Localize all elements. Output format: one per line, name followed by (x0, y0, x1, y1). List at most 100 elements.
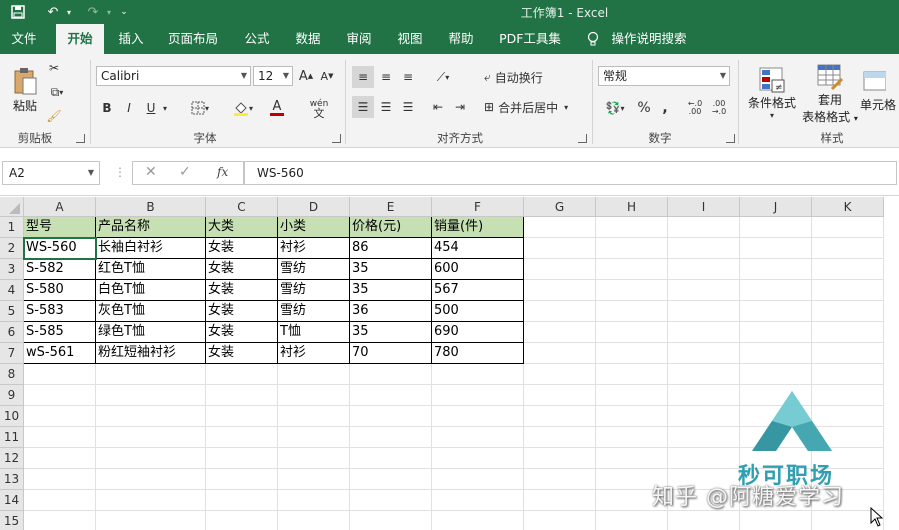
merge-center-button[interactable]: ⊞ 合并后居中 ▾ (484, 96, 580, 118)
empty-cell[interactable] (668, 259, 740, 280)
empty-cell[interactable] (524, 469, 596, 490)
empty-cell[interactable] (278, 448, 350, 469)
empty-cell[interactable] (206, 385, 278, 406)
cut-icon[interactable]: ✂ (44, 58, 64, 78)
empty-cell[interactable] (596, 280, 668, 301)
empty-cell[interactable] (350, 385, 432, 406)
tab-help[interactable]: 帮助 (440, 24, 482, 54)
empty-cell[interactable] (596, 217, 668, 238)
empty-cell[interactable] (206, 406, 278, 427)
tab-review[interactable]: 审阅 (338, 24, 380, 54)
format-as-table-button[interactable]: 套用 表格格式 ▾ (800, 60, 860, 128)
empty-cell[interactable] (524, 511, 596, 530)
row-header-11[interactable]: 11 (0, 427, 24, 448)
empty-cell[interactable] (524, 406, 596, 427)
row-header-5[interactable]: 5 (0, 301, 24, 322)
table-cell[interactable]: 女装 (206, 259, 278, 280)
row-header-14[interactable]: 14 (0, 490, 24, 511)
column-header-j[interactable]: J (740, 197, 812, 217)
table-header-cell[interactable]: 价格(元) (350, 217, 432, 238)
empty-cell[interactable] (596, 406, 668, 427)
empty-cell[interactable] (668, 301, 740, 322)
empty-cell[interactable] (524, 343, 596, 364)
table-cell[interactable]: S-580 (24, 280, 96, 301)
accounting-format-icon[interactable]: 💱 ▾ (600, 98, 630, 118)
grow-font-button[interactable]: A ▲ (297, 66, 315, 86)
empty-cell[interactable] (350, 406, 432, 427)
empty-cell[interactable] (24, 511, 96, 530)
formula-input[interactable]: WS-560 (244, 161, 897, 185)
empty-cell[interactable] (668, 280, 740, 301)
column-header-d[interactable]: D (278, 197, 350, 217)
wrap-text-button[interactable]: ⤶ 自动换行 (484, 66, 564, 88)
underline-button[interactable]: U (142, 98, 160, 118)
select-all-button[interactable] (0, 197, 24, 217)
empty-cell[interactable] (668, 343, 740, 364)
enter-check-icon[interactable]: ✓ (179, 164, 191, 180)
empty-cell[interactable] (812, 322, 884, 343)
table-cell[interactable]: 70 (350, 343, 432, 364)
empty-cell[interactable] (524, 364, 596, 385)
empty-cell[interactable] (740, 322, 812, 343)
tab-view[interactable]: 视图 (389, 24, 431, 54)
empty-cell[interactable] (96, 490, 206, 511)
percent-button[interactable]: % (634, 98, 654, 118)
align-bottom-icon[interactable]: ≡ (398, 66, 418, 88)
empty-cell[interactable] (812, 217, 884, 238)
row-header-4[interactable]: 4 (0, 280, 24, 301)
table-cell[interactable]: 粉红短袖衬衫 (96, 343, 206, 364)
tab-insert[interactable]: 插入 (110, 24, 152, 54)
table-cell[interactable]: S-582 (24, 259, 96, 280)
decrease-indent-icon[interactable]: ⇤ (428, 96, 448, 118)
empty-cell[interactable] (812, 364, 884, 385)
empty-cell[interactable] (278, 427, 350, 448)
empty-cell[interactable] (812, 301, 884, 322)
increase-indent-icon[interactable]: ⇥ (450, 96, 470, 118)
borders-icon[interactable]: ▾ (186, 98, 214, 118)
empty-cell[interactable] (278, 490, 350, 511)
clipboard-launcher-icon[interactable] (76, 134, 85, 143)
column-header-i[interactable]: I (668, 197, 740, 217)
tab-page-layout[interactable]: 页面布局 (162, 24, 224, 54)
cancel-icon[interactable]: ✕ (145, 164, 157, 180)
empty-cell[interactable] (524, 448, 596, 469)
table-cell[interactable]: 女装 (206, 280, 278, 301)
fill-color-icon[interactable]: ▾ (228, 98, 258, 118)
empty-cell[interactable] (24, 406, 96, 427)
table-cell[interactable]: 690 (432, 322, 524, 343)
bold-button[interactable]: B (98, 98, 116, 118)
column-header-c[interactable]: C (206, 197, 278, 217)
table-cell[interactable]: 红色T恤 (96, 259, 206, 280)
empty-cell[interactable] (96, 469, 206, 490)
table-cell[interactable]: 35 (350, 259, 432, 280)
table-cell[interactable]: 衬衫 (278, 238, 350, 259)
align-center-icon[interactable]: ☰ (376, 96, 396, 118)
empty-cell[interactable] (596, 322, 668, 343)
table-cell[interactable]: 雪纺 (278, 280, 350, 301)
empty-cell[interactable] (668, 406, 740, 427)
row-header-6[interactable]: 6 (0, 322, 24, 343)
row-header-9[interactable]: 9 (0, 385, 24, 406)
empty-cell[interactable] (96, 406, 206, 427)
empty-cell[interactable] (524, 322, 596, 343)
paste-button[interactable]: 粘贴 (8, 60, 42, 120)
table-cell[interactable]: 35 (350, 280, 432, 301)
row-header-1[interactable]: 1 (0, 217, 24, 238)
row-header-12[interactable]: 12 (0, 448, 24, 469)
table-cell[interactable]: 雪纺 (278, 259, 350, 280)
italic-button[interactable]: I (120, 98, 138, 118)
empty-cell[interactable] (278, 469, 350, 490)
table-cell[interactable]: 600 (432, 259, 524, 280)
empty-cell[interactable] (432, 364, 524, 385)
empty-cell[interactable] (668, 322, 740, 343)
empty-cell[interactable] (206, 469, 278, 490)
empty-cell[interactable] (432, 469, 524, 490)
empty-cell[interactable] (96, 427, 206, 448)
tab-home[interactable]: 开始 (56, 24, 104, 54)
table-cell[interactable]: 女装 (206, 238, 278, 259)
table-cell[interactable]: 长袖白衬衫 (96, 238, 206, 259)
table-cell[interactable]: S-585 (24, 322, 96, 343)
align-left-icon[interactable]: ☰ (352, 96, 374, 118)
table-header-cell[interactable]: 销量(件) (432, 217, 524, 238)
row-header-13[interactable]: 13 (0, 469, 24, 490)
